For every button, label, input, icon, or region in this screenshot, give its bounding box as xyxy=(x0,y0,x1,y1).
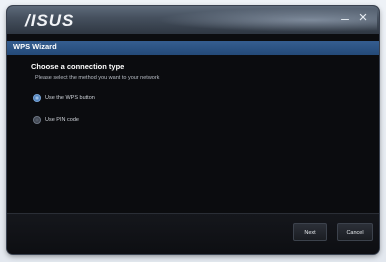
option-pin-label: Use PIN code xyxy=(45,117,79,123)
wizard-footer: Next Cancel xyxy=(7,213,379,254)
brand-logo: /ISUS xyxy=(25,11,75,30)
section-description: Please select the method you want to you… xyxy=(35,75,160,81)
wizard-content: Choose a connection type Please select t… xyxy=(7,55,379,213)
section-heading: Choose a connection type xyxy=(31,62,125,71)
close-button[interactable]: × xyxy=(355,10,371,26)
desktop-background: /ISUS – × WPS Wizard Choose a connection… xyxy=(0,0,386,262)
option-wps-button[interactable]: Use the WPS button xyxy=(33,93,95,103)
radio-unselected-icon[interactable] xyxy=(33,116,41,124)
next-button[interactable]: Next xyxy=(293,223,327,241)
wizard-header-bar: WPS Wizard xyxy=(7,41,379,55)
radio-selected-icon[interactable] xyxy=(33,94,41,102)
minimize-button[interactable]: – xyxy=(337,10,353,26)
cancel-button[interactable]: Cancel xyxy=(337,223,373,241)
asus-wps-window: /ISUS – × WPS Wizard Choose a connection… xyxy=(7,6,379,254)
title-bar[interactable]: /ISUS – × xyxy=(7,6,379,34)
wizard-title: WPS Wizard xyxy=(13,42,57,51)
option-wps-label: Use the WPS button xyxy=(45,95,95,101)
option-pin-code[interactable]: Use PIN code xyxy=(33,115,79,125)
